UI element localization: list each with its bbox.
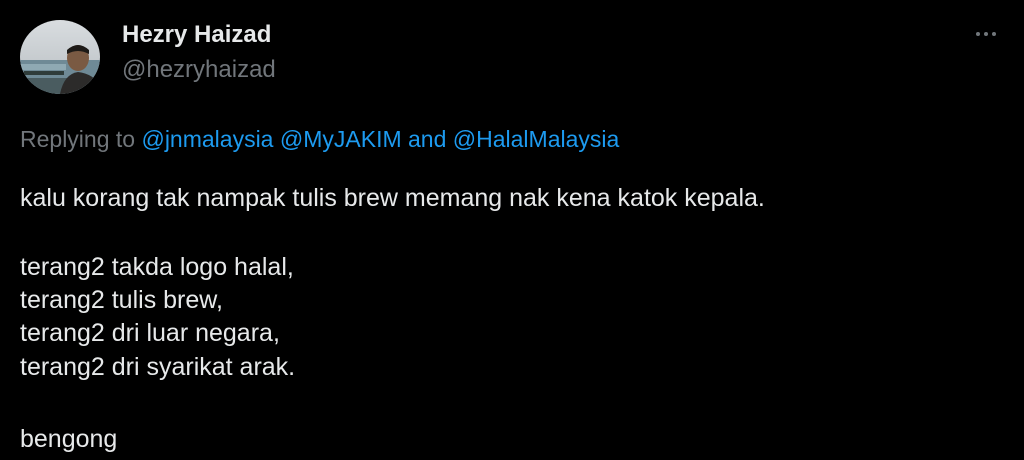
tweet-text-line: terang2 tulis brew, bbox=[20, 286, 223, 314]
tweet-text-line: terang2 takda logo halal, bbox=[20, 253, 294, 281]
profile-photo-icon bbox=[20, 20, 100, 94]
more-options-button[interactable] bbox=[962, 18, 1010, 50]
tweet-card: Hezry Haizad @hezryhaizad Replying to @j… bbox=[0, 0, 1024, 460]
author-display-name[interactable]: Hezry Haizad bbox=[122, 20, 271, 50]
replying-to-label: Replying to bbox=[20, 126, 136, 152]
author-avatar[interactable] bbox=[20, 20, 100, 94]
tweet-text-line: terang2 dri luar negara, bbox=[20, 319, 280, 347]
mention-link-halalmalaysia[interactable]: @HalalMalaysia bbox=[453, 126, 620, 152]
tweet-text-line: kalu korang tak nampak tulis brew memang… bbox=[20, 184, 765, 212]
more-horizontal-icon bbox=[976, 32, 996, 36]
mention-link-myjakim[interactable]: @MyJAKIM bbox=[280, 126, 402, 152]
replying-to-line: Replying to @jnmalaysia @MyJAKIM and @Ha… bbox=[20, 124, 619, 154]
replying-conjunction: and bbox=[408, 126, 447, 152]
author-handle[interactable]: @hezryhaizad bbox=[122, 55, 276, 85]
tweet-text-line: bengong bbox=[20, 425, 118, 453]
tweet-text-line: terang2 dri syarikat arak. bbox=[20, 353, 296, 381]
mention-link-jnmalaysia[interactable]: @jnmalaysia bbox=[141, 126, 273, 152]
